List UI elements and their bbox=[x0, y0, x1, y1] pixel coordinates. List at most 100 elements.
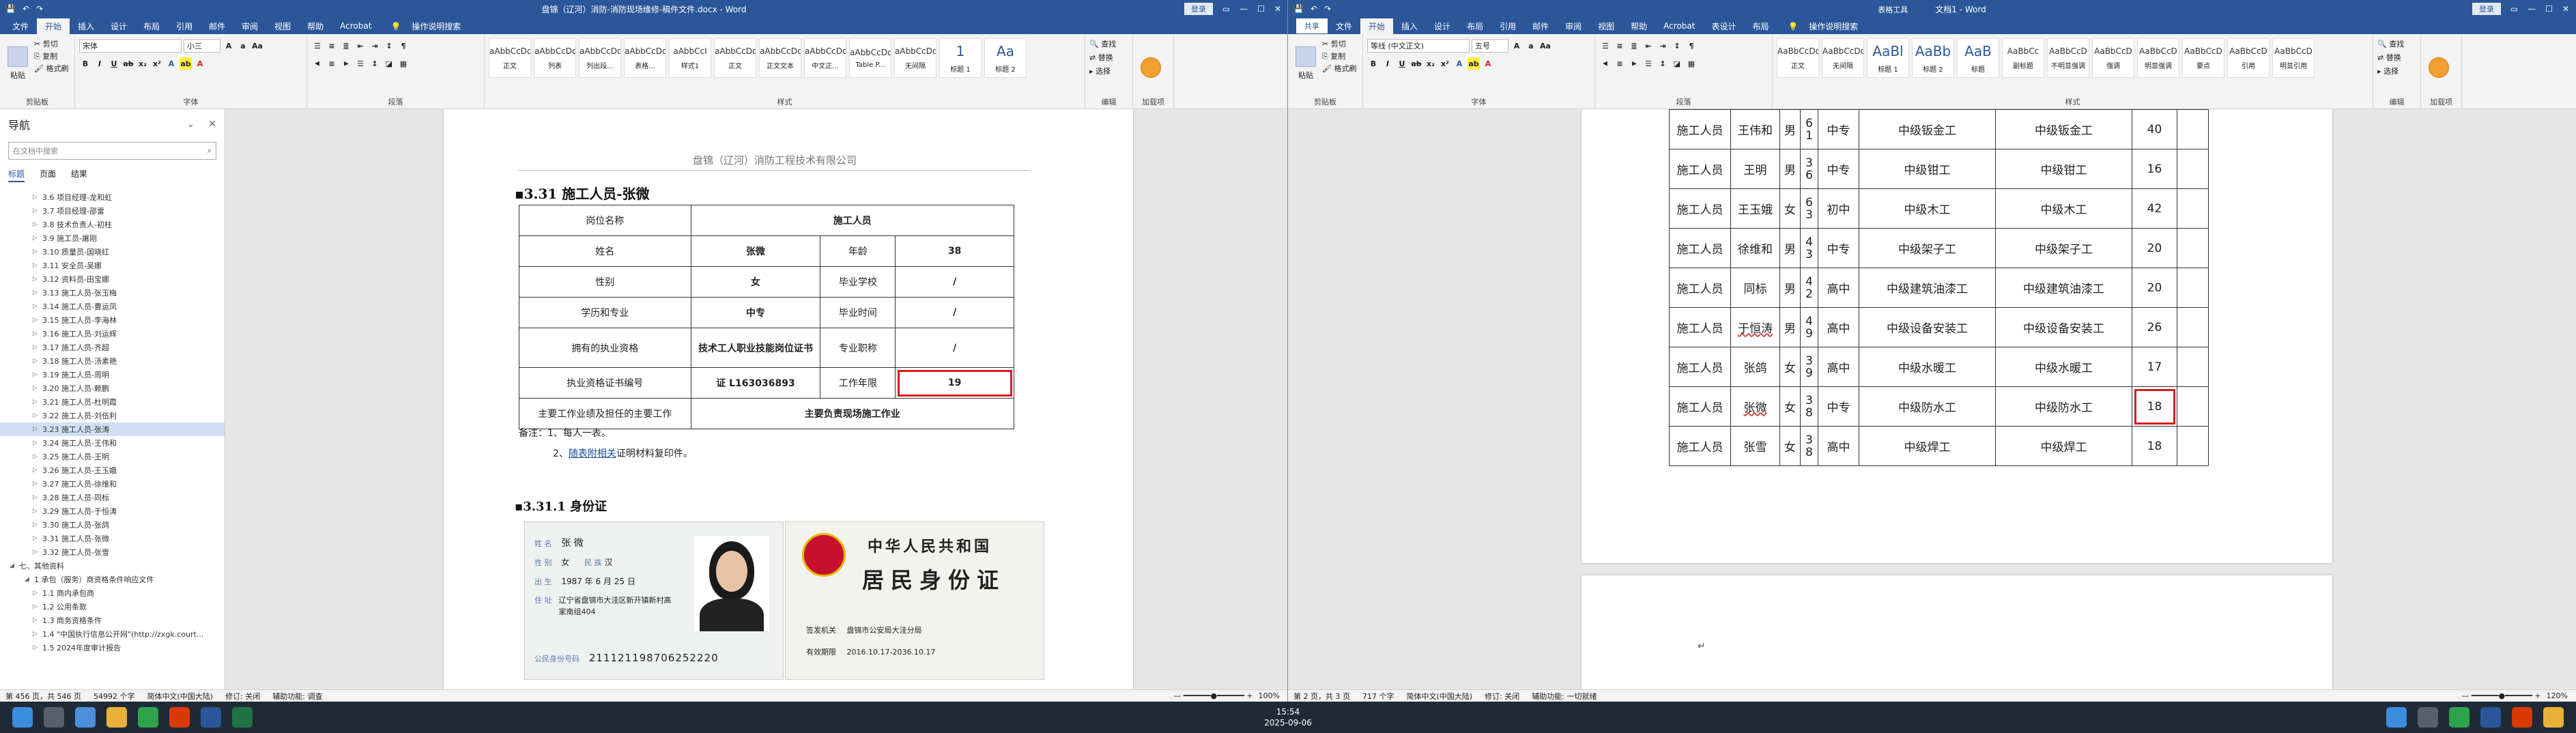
cell-years[interactable]: 17 bbox=[2132, 347, 2177, 387]
superscript-button[interactable]: x² bbox=[151, 57, 163, 70]
expand-arrow-icon[interactable]: ◢ bbox=[25, 576, 34, 583]
subscript-button[interactable]: x₂ bbox=[137, 57, 149, 70]
cell-cert[interactable]: 中级钣金工 bbox=[1859, 109, 1996, 149]
expand-arrow-icon[interactable]: ▷ bbox=[33, 399, 42, 405]
font-size-select[interactable]: 小三 bbox=[184, 39, 220, 53]
nav-heading-item[interactable]: ▷ 3.15 施工人员-李海林 bbox=[0, 313, 225, 327]
cell-role[interactable]: 施工人员 bbox=[1669, 188, 1731, 229]
menu-file[interactable]: 文件 bbox=[1328, 18, 1360, 34]
redo-icon[interactable]: ↷ bbox=[1324, 4, 1331, 14]
expand-arrow-icon[interactable]: ▷ bbox=[33, 344, 42, 351]
excel-icon[interactable] bbox=[232, 707, 253, 728]
maximize-icon[interactable]: ☐ bbox=[1257, 4, 1265, 14]
nav-heading-item[interactable]: ▷ 3.27 施工人员-徐维和 bbox=[0, 477, 225, 491]
expand-arrow-icon[interactable]: ▷ bbox=[33, 549, 42, 556]
status-language[interactable]: 简体中文(中国大陆) bbox=[1406, 691, 1472, 702]
center-button[interactable]: ≡ bbox=[326, 57, 338, 70]
cell-gender[interactable]: 女 bbox=[1779, 347, 1801, 387]
start-icon-2[interactable] bbox=[2386, 707, 2407, 728]
menu-design[interactable]: 设计 bbox=[1426, 18, 1459, 34]
style-gallery-item[interactable]: AaBl 标题 1 bbox=[1867, 38, 1909, 78]
tell-me-search[interactable]: 💡 操作说明搜索 bbox=[385, 18, 474, 34]
nav-heading-item[interactable]: ▷ 3.24 施工人员-王伟和 bbox=[0, 436, 225, 450]
align-right-button[interactable]: ⫸ bbox=[1628, 57, 1640, 70]
cell-end[interactable] bbox=[2177, 347, 2209, 387]
underline-button[interactable]: U bbox=[108, 57, 120, 70]
redo-icon[interactable]: ↷ bbox=[36, 4, 43, 14]
cell-end[interactable] bbox=[2177, 228, 2209, 268]
nav-heading-item[interactable]: ▷ 1.1 商内承包商 bbox=[0, 586, 225, 600]
cell-age[interactable]: 43 bbox=[1800, 228, 1818, 268]
decrease-indent-button[interactable]: ⇤ bbox=[354, 40, 367, 52]
find-button[interactable]: 🔍 查找 bbox=[1089, 38, 1116, 49]
nav-heading-item[interactable]: ▷ 3.16 施工人员-刘运辉 bbox=[0, 327, 225, 341]
search-icon[interactable]: ⌕ bbox=[207, 146, 212, 156]
style-gallery-item[interactable]: AaBbCcD 不明显强调 bbox=[2047, 38, 2089, 78]
cell-end[interactable] bbox=[2177, 386, 2209, 427]
style-gallery-item[interactable]: AaBb 标题 2 bbox=[1912, 38, 1954, 78]
nav-heading-item[interactable]: ▷ 3.21 施工人员-杜明霞 bbox=[0, 395, 225, 409]
status-accessibility[interactable]: 辅助功能: 一切就绪 bbox=[1532, 691, 1597, 702]
decrease-indent-button[interactable]: ⇤ bbox=[1642, 40, 1655, 52]
menu-insert[interactable]: 插入 bbox=[70, 18, 102, 34]
browser-icon[interactable] bbox=[138, 707, 158, 728]
menu-layout[interactable]: 布局 bbox=[1459, 18, 1491, 34]
cell-age[interactable]: 49 bbox=[1800, 307, 1818, 347]
undo-icon[interactable]: ↶ bbox=[1311, 4, 1317, 14]
nav-heading-item[interactable]: ◢ 1 承包（服务）商资格条件响应文件 bbox=[0, 573, 225, 586]
expand-arrow-icon[interactable]: ▷ bbox=[33, 330, 42, 337]
nav-heading-item[interactable]: ▷ 1.4 "中国执行信息公开网"(http://zxgk.court... bbox=[0, 627, 225, 641]
cell-end[interactable] bbox=[2177, 149, 2209, 189]
status-words[interactable]: 54992 个字 bbox=[94, 691, 135, 702]
cell-age[interactable]: 36 bbox=[1800, 149, 1818, 189]
zoom-control[interactable]: — ━━━━━━●━━━━━━ + 120% bbox=[2461, 691, 2576, 700]
nav-heading-item[interactable]: ▷ 3.22 施工人员-刘伍利 bbox=[0, 409, 225, 422]
style-gallery-item[interactable]: AaBbCc 副标题 bbox=[2002, 38, 2044, 78]
align-right-button[interactable]: ⫸ bbox=[340, 57, 352, 70]
cell-role[interactable]: 施工人员 bbox=[1669, 307, 1731, 347]
multilevel-button[interactable]: ≣ bbox=[340, 40, 352, 52]
shrink-font-button[interactable]: a bbox=[237, 40, 249, 52]
minimize-icon[interactable]: — bbox=[2528, 4, 2536, 14]
cell-cert[interactable]: 中级钳工 bbox=[1859, 149, 1996, 189]
text-effects-button[interactable]: A bbox=[165, 57, 177, 70]
nav-heading-item[interactable]: ▷ 3.32 施工人员-张雪 bbox=[0, 545, 225, 559]
style-gallery-item[interactable]: aAbbCcDd 正文文本 bbox=[759, 38, 801, 78]
cell-years[interactable]: 26 bbox=[2132, 307, 2177, 347]
expand-arrow-icon[interactable]: ▷ bbox=[33, 235, 42, 242]
cell-edu[interactable]: 高中 bbox=[1818, 426, 1859, 466]
increase-indent-button[interactable]: ⇥ bbox=[369, 40, 381, 52]
cell-work[interactable]: 中级防水工 bbox=[1995, 386, 2132, 427]
login-button[interactable]: 登录 bbox=[2472, 3, 2501, 15]
style-gallery-item[interactable]: aAbbCcDd 中文正... bbox=[804, 38, 846, 78]
status-language[interactable]: 简体中文(中国大陆) bbox=[147, 691, 213, 702]
cell-end[interactable] bbox=[2177, 307, 2209, 347]
expand-arrow-icon[interactable]: ◢ bbox=[10, 562, 19, 569]
menu-review[interactable]: 审阅 bbox=[233, 18, 266, 34]
login-button[interactable]: 登录 bbox=[1184, 3, 1213, 15]
paste-button[interactable]: 粘贴 bbox=[1292, 38, 1319, 81]
line-spacing-button[interactable]: ↕ bbox=[369, 57, 381, 70]
nav-heading-item[interactable]: ▷ 3.19 施工人员-周明 bbox=[0, 368, 225, 382]
cell-edu[interactable]: 高中 bbox=[1818, 347, 1859, 387]
show-marks-button[interactable]: ¶ bbox=[397, 40, 410, 52]
style-gallery-item[interactable]: AaBbCcD 要点 bbox=[2182, 38, 2224, 78]
cell-age[interactable]: 42 bbox=[1800, 268, 1818, 308]
pdf-icon-2[interactable] bbox=[2512, 707, 2532, 728]
multilevel-button[interactable]: ≣ bbox=[1628, 40, 1640, 52]
cell-age[interactable]: 38 bbox=[1800, 426, 1818, 466]
menu-mailings[interactable]: 邮件 bbox=[201, 18, 233, 34]
nav-options-icon[interactable]: ⌄ bbox=[187, 119, 195, 130]
copy-button[interactable]: ⎘ 复制 bbox=[1322, 51, 1356, 61]
style-gallery-item[interactable]: aAbbCcDd 列表 bbox=[534, 38, 576, 78]
select-button[interactable]: ▸ 选择 bbox=[1089, 66, 1116, 76]
cell-role[interactable]: 施工人员 bbox=[1669, 109, 1731, 149]
cut-button[interactable]: ✂ 剪切 bbox=[34, 38, 68, 49]
style-gallery-item[interactable]: AaBbCcD 引用 bbox=[2227, 38, 2270, 78]
cell-work[interactable]: 中级焊工 bbox=[1995, 426, 2132, 466]
undo-icon[interactable]: ↶ bbox=[23, 4, 29, 14]
show-marks-button[interactable]: ¶ bbox=[1685, 40, 1698, 52]
format-painter-button[interactable]: 🖌 格式刷 bbox=[34, 63, 68, 74]
nav-heading-item[interactable]: ▷ 3.23 施工人员-张涛 bbox=[0, 422, 225, 436]
style-gallery-item[interactable]: AaBbCcD 明显强调 bbox=[2137, 38, 2179, 78]
